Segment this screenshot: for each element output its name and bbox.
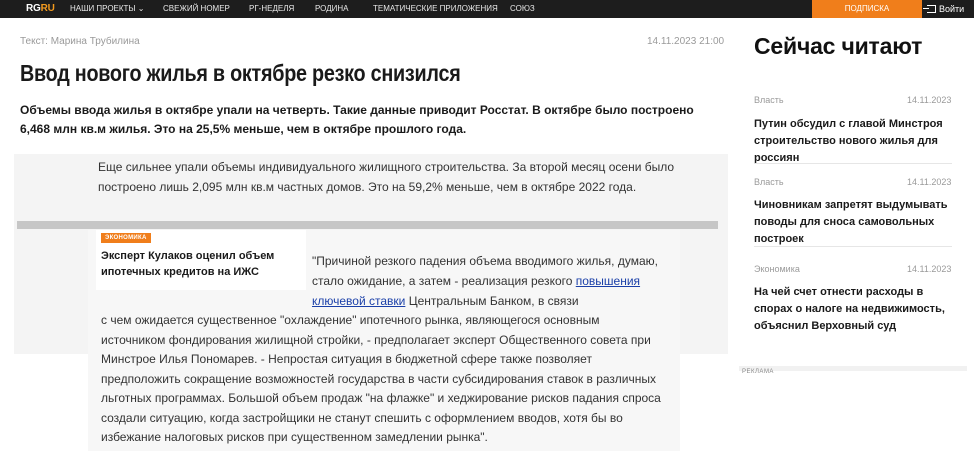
- related-category-badge[interactable]: ЭКОНОМИКА: [101, 233, 151, 243]
- article-date: 14.11.2023 21:00: [647, 36, 725, 47]
- article-paragraph: Еще сильнее упали объемы индивидуального…: [98, 160, 675, 194]
- sidebar-item-category[interactable]: Власть: [754, 95, 784, 105]
- nav-thematic-supplements[interactable]: ТЕМАТИЧЕСКИЕ ПРИЛОЖЕНИЯ: [373, 4, 498, 13]
- sidebar-item-date: 14.11.2023: [907, 264, 952, 274]
- nav-our-projects[interactable]: НАШИ ПРОЕКТЫ ⌄: [70, 4, 144, 13]
- login-button[interactable]: Войти: [923, 0, 965, 18]
- logo-main: RG: [26, 3, 41, 14]
- sidebar-item-category[interactable]: Власть: [754, 177, 784, 187]
- divider-bar: [17, 221, 718, 229]
- nav-soyuz[interactable]: СОЮЗ: [510, 4, 535, 13]
- sidebar-separator: [754, 246, 952, 247]
- login-label: Войти: [939, 4, 965, 14]
- top-navigation-bar: RGRU НАШИ ПРОЕКТЫ ⌄ СВЕЖИЙ НОМЕР РГ-НЕДЕ…: [0, 0, 974, 18]
- subscribe-button[interactable]: ПОДПИСКА: [812, 0, 922, 18]
- site-logo[interactable]: RGRU: [26, 3, 55, 14]
- article-author[interactable]: Текст: Марина Трубилина: [20, 36, 140, 47]
- nav-fresh-issue[interactable]: СВЕЖИЙ НОМЕР: [163, 4, 230, 13]
- quote-paragraph: "Причиной резкого падения объема вводимо…: [312, 251, 672, 311]
- quote-paragraph-rest: с чем ожидается существенное "охлаждение…: [101, 313, 661, 444]
- logo-suffix: RU: [40, 3, 55, 14]
- related-article-link[interactable]: Эксперт Кулаков оценил объем ипотечных к…: [101, 248, 301, 280]
- ad-label: РЕКЛАМА: [742, 369, 774, 375]
- article-lead: Объемы ввода жилья в октябре упали на че…: [20, 103, 694, 136]
- sidebar-item-category[interactable]: Экономика: [754, 264, 800, 274]
- sidebar-item-title[interactable]: Чиновникам запретят выдумывать поводы дл…: [754, 197, 954, 248]
- sidebar-item-date: 14.11.2023: [907, 177, 952, 187]
- sidebar-item-title[interactable]: На чей счет отнести расходы в спорах о н…: [754, 284, 954, 335]
- sidebar-item-title[interactable]: Путин обсудил с главой Минстроя строител…: [754, 116, 954, 167]
- nav-rg-week[interactable]: РГ-НЕДЕЛЯ: [249, 4, 294, 13]
- article-title: Ввод нового жилья в октябре резко снизил…: [20, 60, 461, 86]
- sidebar-item-date: 14.11.2023: [907, 95, 952, 105]
- nav-rodina[interactable]: РОДИНА: [315, 4, 349, 13]
- sidebar-separator: [754, 163, 952, 164]
- sidebar-heading: Сейчас читают: [754, 33, 923, 59]
- quote-text-continued: Центральным Банком, в связи: [405, 294, 579, 308]
- login-icon: [923, 5, 936, 13]
